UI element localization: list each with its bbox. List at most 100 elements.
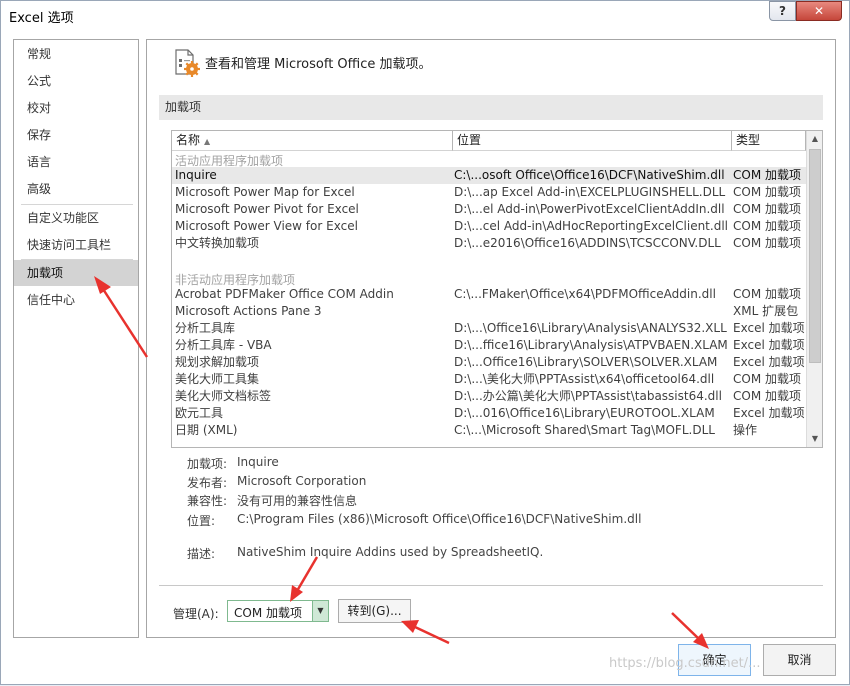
scrollbar-thumb[interactable]	[809, 149, 821, 363]
column-header-name-label: 名称	[176, 133, 201, 147]
row-type: COM 加载项	[733, 389, 801, 403]
row-name: 分析工具库 - VBA	[175, 338, 272, 352]
table-row[interactable]: 日期 (XML) C:\...\Microsoft Shared\Smart T…	[172, 422, 806, 439]
nav-item-trust-center[interactable]: 信任中心	[14, 287, 138, 313]
row-name: 美化大师文档标签	[175, 389, 272, 403]
goto-button[interactable]: 转到(G)...	[338, 599, 411, 623]
row-type: COM 加载项	[733, 372, 801, 386]
options-nav: 常规 公式 校对 保存 语言 高级 自定义功能区 快速访问工具栏 加载项 信任中…	[13, 39, 139, 638]
nav-item-advanced[interactable]: 高级	[14, 176, 138, 202]
addins-gear-icon	[175, 49, 200, 77]
table-row[interactable]: Microsoft Actions Pane 3 XML 扩展包	[172, 303, 806, 320]
sort-ascending-icon: ▲	[204, 137, 211, 146]
row-location: C:\...\Microsoft Shared\Smart Tag\MOFL.D…	[454, 423, 715, 437]
row-location: D:\...Office16\Library\SOLVER\SOLVER.XLA…	[454, 355, 718, 369]
row-type: COM 加载项	[733, 219, 801, 233]
manage-dropdown-value: COM 加载项	[234, 606, 302, 620]
row-type: COM 加载项	[733, 185, 801, 199]
row-type: Excel 加载项	[733, 321, 805, 335]
row-location: D:\...cel Add-in\AdHocReportingExcelClie…	[454, 219, 728, 233]
nav-item-language[interactable]: 语言	[14, 149, 138, 175]
column-header-name[interactable]: 名称 ▲	[172, 131, 453, 151]
row-location: D:\...el Add-in\PowerPivotExcelClientAdd…	[454, 202, 725, 216]
table-row[interactable]: 美化大师文档标签 D:\...办公篇\美化大师\PPTAssist\tabass…	[172, 388, 806, 405]
row-name: 日期 (XML)	[175, 423, 238, 437]
watermark: https://blog.csdn.net/...	[609, 656, 761, 671]
excel-options-dialog: Excel 选项 ? ✕ 常规 公式 校对 保存 语言 高级 自定义功能区 快速…	[0, 0, 850, 685]
nav-item-customize-ribbon[interactable]: 自定义功能区	[14, 205, 138, 231]
help-button[interactable]: ?	[769, 1, 796, 21]
row-name: Microsoft Power Pivot for Excel	[175, 202, 359, 216]
detail-compat-value: 没有可用的兼容性信息	[237, 494, 358, 508]
column-header-location[interactable]: 位置	[453, 131, 732, 151]
table-row[interactable]: 分析工具库 - VBA D:\...ffice16\Library\Analys…	[172, 337, 806, 354]
scroll-down-icon[interactable]: ▼	[807, 431, 822, 447]
row-location: D:\...ap Excel Add-in\EXCELPLUGINSHELL.D…	[454, 185, 726, 199]
scroll-up-icon[interactable]: ▲	[807, 131, 822, 147]
close-button[interactable]: ✕	[796, 1, 842, 21]
column-header-type[interactable]: 类型	[732, 131, 806, 151]
detail-compat-label: 兼容性:	[187, 494, 228, 508]
section-title-addins: 加载项	[159, 95, 823, 120]
nav-item-formulas[interactable]: 公式	[14, 68, 138, 94]
row-location: C:\...FMaker\Office\x64\PDFMOfficeAddin.…	[454, 287, 716, 301]
nav-item-quick-access-toolbar[interactable]: 快速访问工具栏	[14, 232, 138, 258]
window-title: Excel 选项	[9, 11, 74, 26]
row-name: Inquire	[175, 168, 217, 182]
nav-item-general[interactable]: 常规	[14, 41, 138, 67]
manage-label: 管理(A):	[173, 607, 219, 621]
row-location: C:\...osoft Office\Office16\DCF\NativeSh…	[454, 168, 725, 182]
help-icon: ?	[779, 4, 786, 18]
row-type: COM 加载项	[733, 287, 801, 301]
row-type: Excel 加载项	[733, 355, 805, 369]
row-name: Microsoft Power Map for Excel	[175, 185, 355, 199]
table-row[interactable]: Acrobat PDFMaker Office COM Addin C:\...…	[172, 286, 806, 303]
table-row[interactable]: Microsoft Power Pivot for Excel D:\...el…	[172, 201, 806, 218]
row-type: XML 扩展包	[733, 304, 799, 318]
page-title: 查看和管理 Microsoft Office 加载项。	[205, 57, 432, 72]
table-scrollbar[interactable]: ▲ ▼	[806, 131, 822, 447]
row-location: D:\...ffice16\Library\Analysis\ATPVBAEN.…	[454, 338, 728, 352]
row-name: 规划求解加载项	[175, 355, 260, 369]
row-name: 欧元工具	[175, 406, 224, 420]
nav-item-proofing[interactable]: 校对	[14, 95, 138, 121]
table-row[interactable]: 分析工具库 D:\...\Office16\Library\Analysis\A…	[172, 320, 806, 337]
table-row[interactable]: Microsoft Power Map for Excel D:\...ap E…	[172, 184, 806, 201]
detail-publisher-label: 发布者:	[187, 476, 228, 490]
table-row[interactable]: 中文转换加载项 D:\...e2016\Office16\ADDINS\TCSC…	[172, 235, 806, 252]
row-location: D:\...\Office16\Library\Analysis\ANALYS3…	[454, 321, 727, 335]
detail-location-label: 位置:	[187, 514, 216, 528]
divider	[159, 585, 823, 586]
table-row[interactable]: 欧元工具 D:\...016\Office16\Library\EUROTOOL…	[172, 405, 806, 422]
addins-panel: 查看和管理 Microsoft Office 加载项。 加载项 名称 ▲ 位置 类…	[146, 39, 836, 638]
nav-item-save[interactable]: 保存	[14, 122, 138, 148]
table-row[interactable]: Microsoft Power View for Excel D:\...cel…	[172, 218, 806, 235]
row-name: Microsoft Actions Pane 3	[175, 304, 322, 318]
row-type: Excel 加载项	[733, 406, 805, 420]
manage-dropdown[interactable]: COM 加载项 ▼	[227, 600, 329, 622]
nav-item-addins[interactable]: 加载项	[14, 260, 138, 286]
row-name: Microsoft Power View for Excel	[175, 219, 358, 233]
row-location: D:\...\美化大师\PPTAssist\x64\officetool64.d…	[454, 372, 715, 386]
row-type: COM 加载项	[733, 168, 801, 182]
table-row[interactable]: 美化大师工具集 D:\...\美化大师\PPTAssist\x64\office…	[172, 371, 806, 388]
detail-desc-value: NativeShim Inquire Addins used by Spread…	[237, 545, 544, 559]
detail-addin-label: 加载项:	[187, 457, 228, 471]
row-location: D:\...办公篇\美化大师\PPTAssist\tabassist64.dll	[454, 389, 722, 403]
row-name: 中文转换加载项	[175, 236, 260, 250]
row-name: Acrobat PDFMaker Office COM Addin	[175, 287, 394, 301]
row-location: D:\...e2016\Office16\ADDINS\TCSCCONV.DLL	[454, 236, 721, 250]
row-type: Excel 加载项	[733, 338, 805, 352]
table-row[interactable]: Inquire C:\...osoft Office\Office16\DCF\…	[172, 167, 806, 184]
detail-publisher-value: Microsoft Corporation	[237, 474, 367, 488]
cancel-button[interactable]: 取消	[763, 644, 836, 676]
detail-location-value: C:\Program Files (x86)\Microsoft Office\…	[237, 512, 642, 526]
row-name: 分析工具库	[175, 321, 236, 335]
title-bar: Excel 选项 ? ✕	[1, 1, 849, 31]
row-type: COM 加载项	[733, 202, 801, 216]
table-row[interactable]: 规划求解加载项 D:\...Office16\Library\SOLVER\SO…	[172, 354, 806, 371]
addins-table[interactable]: 名称 ▲ 位置 类型 活动应用程序加载项 Inquire C:\...osoft …	[171, 130, 823, 448]
row-type: 操作	[733, 423, 758, 437]
chevron-down-icon[interactable]: ▼	[312, 601, 328, 621]
detail-desc-label: 描述:	[187, 547, 216, 561]
